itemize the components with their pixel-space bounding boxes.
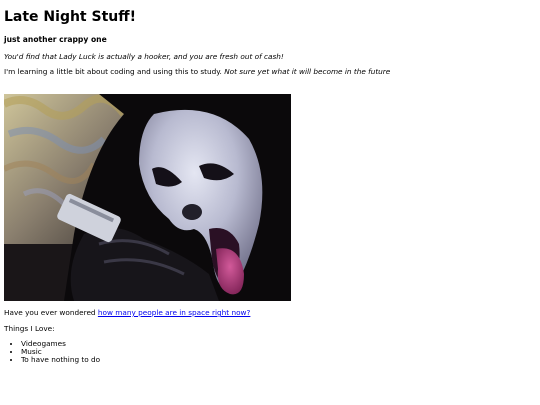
question-prefix: Have you ever wondered	[4, 308, 98, 317]
list-item: Videogames	[21, 340, 536, 348]
question-paragraph: Have you ever wondered how many people a…	[4, 308, 536, 318]
intro-italic-text: Not sure yet what it will become in the …	[224, 67, 391, 76]
intro-paragraph: I'm learning a little bit about coding a…	[4, 67, 536, 77]
intro-text: I'm learning a little bit about coding a…	[4, 67, 225, 76]
list-item: To have nothing to do	[21, 356, 536, 364]
page-title: Late Night Stuff!	[4, 9, 136, 25]
page-subtitle: just another crappy one	[4, 35, 107, 44]
people-in-space-link[interactable]: how many people are in space right now?	[98, 308, 250, 317]
things-heading: Things I Love:	[4, 324, 55, 333]
ghostface-photo	[4, 94, 291, 301]
things-list: Videogames Music To have nothing to do	[4, 340, 536, 364]
page-content: Late Night Stuff! just another crappy on…	[0, 0, 540, 364]
quote-text: You'd find that Lady Luck is actually a …	[4, 52, 284, 61]
